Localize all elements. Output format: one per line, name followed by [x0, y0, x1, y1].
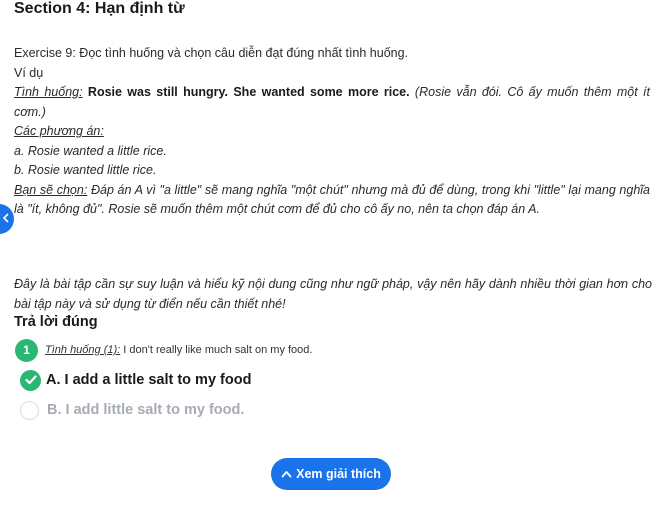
- question-number-badge: 1: [15, 338, 38, 362]
- answer-option-a-label: A. I add a little salt to my food: [46, 372, 252, 388]
- situation-label: Tình huống:: [14, 85, 83, 99]
- question-text-wrap: Tình huống (1): I don't really like much…: [45, 344, 312, 356]
- answer-option-b[interactable]: B. I add little salt to my food.: [20, 399, 244, 421]
- question-row: 1 Tình huống (1): I don't really like mu…: [15, 338, 312, 362]
- situation-line: Tình huống: Rosie was still hungry. She …: [14, 83, 650, 122]
- exercise-instruction: Exercise 9: Đọc tình huống và chọn câu d…: [14, 46, 409, 60]
- side-tab[interactable]: [0, 204, 14, 234]
- radio-empty-icon: [20, 400, 39, 420]
- options-label: Các phương án:: [14, 124, 104, 138]
- situation-english: Rosie was still hungry. She wanted some …: [87, 85, 410, 99]
- answer-option-a[interactable]: A. I add a little salt to my food: [20, 369, 251, 391]
- answer-option-b-label: B. I add little salt to my food.: [47, 402, 245, 418]
- question-text: I don't really like much salt on my food…: [120, 344, 313, 356]
- example-option-b: b. Rosie wanted little rice.: [14, 163, 157, 177]
- view-explanation-label: Xem giải thích: [296, 467, 381, 481]
- choice-line: Bạn sẽ chọn: Đáp án A vì "a little" sẽ m…: [14, 181, 650, 220]
- study-note: Đây là bài tập cần sự suy luận và hiểu k…: [14, 277, 652, 311]
- check-circle-icon: [20, 369, 41, 391]
- choice-explanation: Đáp án A vì "a little" sẽ mang nghĩa "mộ…: [14, 182, 650, 217]
- example-label: Ví dụ: [14, 65, 44, 80]
- choice-label: Bạn sẽ chọn:: [14, 182, 88, 197]
- question-label: Tình huống (1):: [45, 344, 121, 356]
- example-option-a: a. Rosie wanted a little rice.: [14, 143, 167, 158]
- answer-heading: Trả lời đúng: [14, 314, 98, 330]
- chevron-left-icon: [2, 210, 10, 228]
- example-block: Exercise 9: Đọc tình huống và chọn câu d…: [14, 44, 650, 220]
- section-title: Section 4: Hạn định từ: [14, 0, 185, 17]
- view-explanation-button[interactable]: Xem giải thích: [271, 458, 391, 490]
- chevron-up-icon: [281, 467, 292, 481]
